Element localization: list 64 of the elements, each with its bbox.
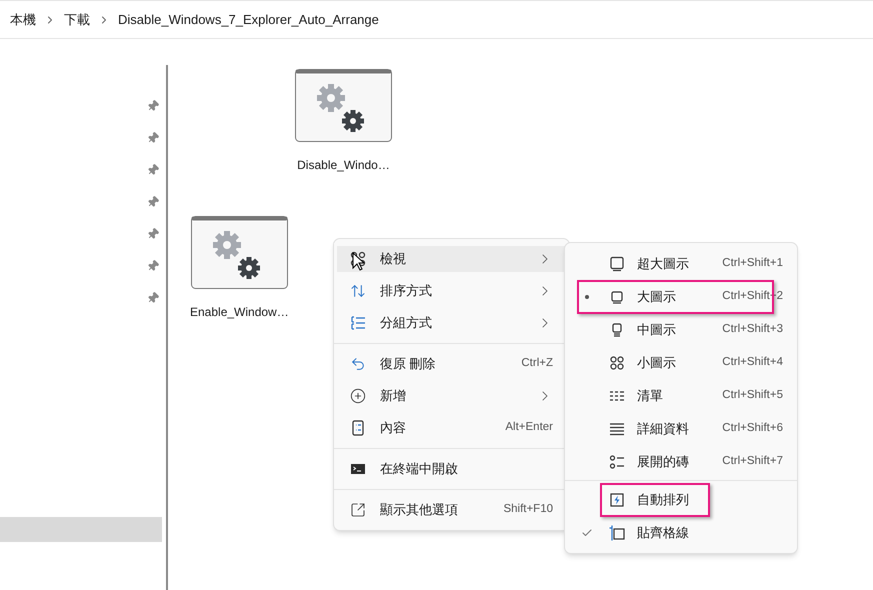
shortcut-text: Ctrl+Shift+5	[722, 388, 783, 403]
submenu-item[interactable]: 小圖示 Ctrl+Shift+4	[569, 346, 793, 379]
submenu-item[interactable]: 超大圖示 Ctrl+Shift+1	[569, 247, 793, 280]
tiles-icon	[609, 454, 625, 470]
gear-window-icon	[190, 216, 288, 289]
menu-label: 分組方式	[380, 314, 433, 332]
breadcrumb-item[interactable]: 下載	[64, 10, 90, 30]
mouse-cursor-icon	[352, 252, 364, 271]
menu-label: 排序方式	[380, 282, 433, 300]
file-name[interactable]: Disable_Windo…	[297, 156, 390, 174]
menu-label: 貼齊格線	[637, 524, 690, 542]
menu-label: 新增	[380, 387, 407, 406]
shortcut-text: Ctrl+Shift+3	[722, 322, 783, 337]
submenu-item[interactable]: 貼齊格線	[569, 516, 793, 549]
menu-item[interactable]: 排序方式	[334, 275, 569, 307]
large-icons-icon	[609, 288, 625, 304]
shortcut-text: Ctrl+Shift+6	[722, 420, 783, 436]
menu-label: 中圖示	[637, 320, 677, 339]
auto-arrange-icon	[609, 492, 625, 508]
terminal-icon	[350, 461, 366, 477]
menu-label: 大圖示	[637, 288, 677, 306]
menu-label: 在終端中開啟	[380, 460, 459, 478]
shortcut-text: Ctrl+Shift+1	[722, 256, 783, 271]
more-options-icon	[350, 502, 366, 518]
add-icon	[350, 388, 366, 404]
undo-icon	[350, 356, 366, 372]
menu-label: 檢視	[380, 250, 407, 268]
nav-item[interactable]	[0, 517, 162, 542]
view-grid-icon	[350, 251, 366, 267]
shortcut-text: Ctrl+Shift+7	[722, 454, 783, 469]
submenu-item[interactable]: 清單 Ctrl+Shift+5	[569, 379, 793, 412]
submenu-item[interactable]: 中圖示 Ctrl+Shift+3	[569, 313, 793, 346]
menu-label: 自動排列	[637, 490, 690, 509]
shortcut-text: Shift+F10	[503, 502, 553, 518]
snap-grid-icon	[609, 524, 625, 540]
menu-item[interactable]: 分組方式	[334, 307, 569, 339]
menu-label: 清單	[637, 386, 664, 405]
breadcrumb-item[interactable]: Disable_Windows_7_Explorer_Auto_Arrange	[118, 10, 379, 30]
menu-item[interactable]: 新增	[334, 380, 569, 412]
properties-icon	[350, 420, 366, 436]
menu-label: 復原 刪除	[380, 355, 437, 374]
breadcrumb-item[interactable]: 本機	[10, 10, 36, 30]
group-list-icon	[350, 315, 366, 331]
extra-large-icons-icon	[609, 256, 625, 272]
menu-item[interactable]: 內容 Alt+Enter	[334, 412, 569, 444]
submenu-item[interactable]: 詳細資料 Ctrl+Shift+6	[569, 412, 793, 445]
gear-window-icon	[295, 69, 392, 142]
sort-icon	[350, 283, 366, 299]
submenu-item[interactable]: 自動排列	[569, 483, 793, 516]
menu-label: 展開的磚	[637, 452, 690, 471]
small-icons-icon	[609, 354, 625, 370]
shortcut-text: Ctrl+Z	[521, 356, 553, 372]
shortcut-text: Alt+Enter	[505, 420, 553, 436]
shortcut-text: Ctrl+Shift+4	[722, 354, 783, 370]
check-icon	[581, 526, 593, 538]
details-icon	[609, 420, 625, 436]
file-name[interactable]: Enable_Window…	[190, 303, 289, 321]
menu-label: 詳細資料	[637, 420, 690, 438]
scrollbar[interactable]	[166, 65, 168, 590]
menu-label: 小圖示	[637, 354, 677, 372]
submenu-item[interactable]: 展開的磚 Ctrl+Shift+7	[569, 445, 793, 478]
menu-label: 顯示其他選項	[380, 501, 459, 520]
menu-label: 內容	[380, 419, 407, 438]
menu-label: 超大圖示	[637, 254, 690, 273]
